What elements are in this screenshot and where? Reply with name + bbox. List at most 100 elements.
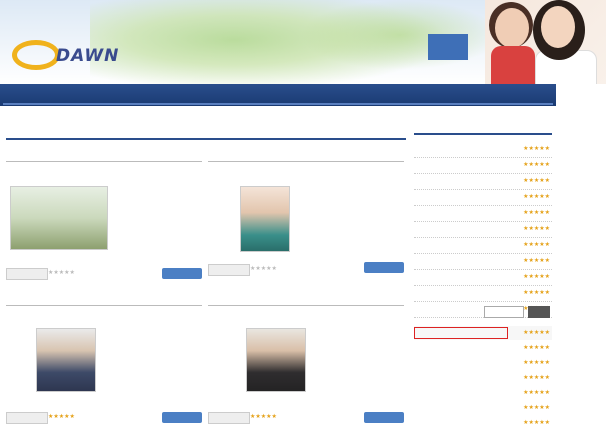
- section-subtitle[interactable]: [208, 310, 404, 322]
- sidebar-item-title: [416, 144, 516, 155]
- rating-stars: ★★★★★: [523, 161, 550, 168]
- sidebar-item[interactable]: ★★★★★: [414, 174, 552, 190]
- photo-view-button[interactable]: [6, 268, 48, 280]
- rating-stars: ★★★★★: [523, 177, 550, 184]
- photo-view-button[interactable]: [208, 412, 250, 424]
- site-header: DAWN: [0, 0, 606, 84]
- rating-stars: ★★★★★: [523, 273, 550, 280]
- sidebar-item[interactable]: ★★★★★: [414, 254, 552, 270]
- thumbnail-caption: [26, 392, 106, 400]
- ranking-item-title: [414, 327, 508, 339]
- rating-stars: ★★★★★: [523, 241, 550, 248]
- rating-stars: ★★★★★: [523, 209, 550, 216]
- header-photo: [485, 0, 606, 84]
- article-description: [124, 188, 202, 252]
- section-subtitle[interactable]: [208, 166, 404, 178]
- article-description: [306, 188, 404, 252]
- ranking-item[interactable]: ★★★★★: [414, 416, 552, 430]
- article-thumbnail[interactable]: [240, 186, 290, 252]
- sidebar-item[interactable]: ★★★★★: [414, 270, 552, 286]
- nav-item-1[interactable]: [128, 88, 168, 102]
- photo-figure-face: [495, 8, 529, 48]
- photo-figure-body: [491, 46, 535, 84]
- ranking-search-input[interactable]: [484, 306, 524, 318]
- sidebar-heading: [414, 120, 474, 132]
- sidebar-item-title: [416, 192, 516, 203]
- section-divider: [208, 161, 404, 162]
- more-button[interactable]: [162, 268, 202, 279]
- section-heading: [208, 290, 328, 304]
- rating-stars: ★★★★★: [48, 413, 75, 420]
- sidebar-item[interactable]: ★★★★★: [414, 238, 552, 254]
- rating-stars: ★★★★★: [523, 344, 550, 351]
- ranking-item[interactable]: ★★★★★: [414, 326, 552, 340]
- nav-item-2[interactable]: [380, 88, 420, 102]
- rating-stars: ★★★★★: [523, 145, 550, 152]
- nav-underline: [3, 103, 553, 105]
- title-divider: [6, 138, 406, 140]
- section-1: ★★★★★: [6, 146, 202, 286]
- section-divider: [208, 305, 404, 306]
- next-section-heading: [6, 426, 66, 438]
- rating-stars: ★★★★★: [250, 265, 277, 272]
- sidebar-item-title: [416, 288, 516, 299]
- sidebar-item[interactable]: ★★★★★: [414, 142, 552, 158]
- world-map-graphic-right: [300, 0, 500, 70]
- rating-stars: ★★★★★: [523, 419, 550, 426]
- rating-stars: ★★★★★: [523, 374, 550, 381]
- sidebar-item-title: [416, 208, 516, 219]
- sidebar-item-title: [416, 256, 516, 267]
- section-divider: [6, 161, 202, 162]
- sidebar-recommended: ★★★★★ ★★★★★ ★★★★★ ★★★★★ ★★★★★ ★★★★★ ★★★★…: [414, 120, 552, 318]
- photo-view-button[interactable]: [6, 412, 48, 424]
- sidebar-item-title: [416, 272, 516, 283]
- rating-stars: ★★★★★: [523, 359, 550, 366]
- sidebar-item-title: [416, 176, 516, 187]
- ranking-item-title: [416, 403, 506, 413]
- photo-view-button[interactable]: [208, 264, 250, 276]
- header-badge: [428, 34, 468, 60]
- sidebar-item[interactable]: ★★★★★: [414, 286, 552, 302]
- article-thumbnail[interactable]: [10, 186, 108, 250]
- sidebar-item[interactable]: ★★★★★: [414, 222, 552, 238]
- sidebar-item-title: [416, 160, 516, 171]
- watermark: [80, 352, 500, 392]
- section-heading: [6, 290, 126, 304]
- sidebar-item-title: [416, 224, 516, 235]
- section-divider: [6, 305, 202, 306]
- sidebar-item[interactable]: ★★★★★: [414, 190, 552, 206]
- site-logo[interactable]: DAWN: [12, 38, 132, 74]
- header-slogan: [370, 68, 480, 80]
- section-heading: [6, 146, 126, 160]
- section-subtitle[interactable]: [6, 310, 202, 322]
- rating-stars: ★★★★★: [523, 193, 550, 200]
- more-button[interactable]: [162, 412, 202, 423]
- sidebar-divider: [414, 133, 552, 135]
- more-button[interactable]: [364, 412, 404, 423]
- rating-stars: ★★★★★: [523, 257, 550, 264]
- rating-stars: ★★★★★: [523, 404, 550, 411]
- rating-stars: ★★★★★: [523, 329, 550, 336]
- rating-stars: ★★★★★: [48, 269, 75, 276]
- logo-text: DAWN: [56, 46, 120, 66]
- photo-figure-face-2: [541, 6, 575, 48]
- ranking-item[interactable]: ★★★★★: [414, 401, 552, 415]
- rating-stars: ★★★★★: [523, 389, 550, 396]
- rating-stars: ★★★★★: [523, 225, 550, 232]
- main-nav-bar: [0, 84, 556, 106]
- more-button[interactable]: [364, 262, 404, 273]
- thumbnail-caption: [226, 392, 324, 400]
- ranking-search-button[interactable]: [528, 306, 550, 318]
- rating-stars: ★★★★★: [523, 289, 550, 296]
- rating-stars: ★★★★★: [250, 413, 277, 420]
- section-subtitle[interactable]: [6, 166, 202, 178]
- ranking-item-title: [416, 418, 506, 428]
- thumbnail-caption: [6, 250, 110, 258]
- page-title: [6, 120, 206, 138]
- section-2: ★★★★★: [208, 146, 404, 286]
- logo-ring-icon: [12, 40, 60, 70]
- sidebar-item-title: [416, 240, 516, 251]
- ranking-heading: [414, 308, 482, 319]
- sidebar-item[interactable]: ★★★★★: [414, 206, 552, 222]
- sidebar-item[interactable]: ★★★★★: [414, 158, 552, 174]
